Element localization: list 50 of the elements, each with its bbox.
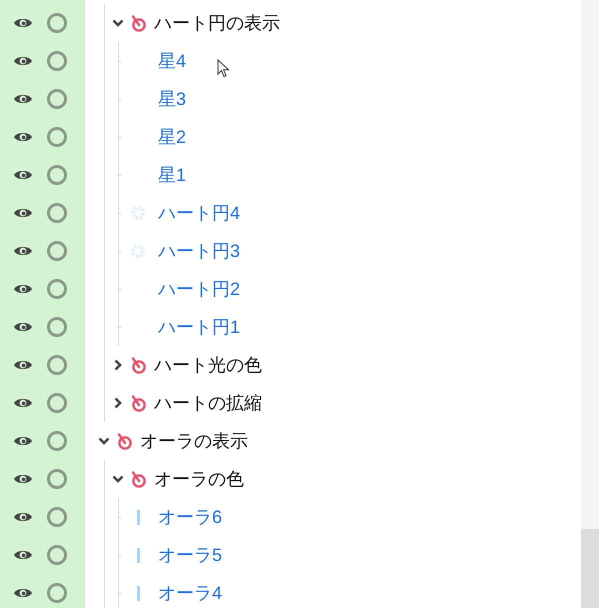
eye-icon[interactable] xyxy=(13,16,33,30)
eye-icon[interactable] xyxy=(13,206,33,220)
timer-icon xyxy=(115,432,133,450)
gear-icon xyxy=(130,243,146,259)
chevron-down-icon[interactable] xyxy=(112,17,124,29)
tree-item[interactable]: 星4 xyxy=(158,48,186,74)
timer-icon xyxy=(129,14,147,32)
eye-icon[interactable] xyxy=(13,54,33,68)
scrollbar-thumb[interactable] xyxy=(581,529,599,608)
eye-icon[interactable] xyxy=(13,510,33,524)
chevron-down-icon[interactable] xyxy=(112,473,124,485)
eye-icon[interactable] xyxy=(13,586,33,600)
eye-icon[interactable] xyxy=(13,320,33,334)
bar-icon xyxy=(136,510,140,524)
eye-icon[interactable] xyxy=(13,548,33,562)
tree-item[interactable]: オーラ6 xyxy=(158,504,222,530)
chevron-down-icon[interactable] xyxy=(98,435,110,447)
eye-icon[interactable] xyxy=(13,358,33,372)
tree-item[interactable]: ハート円2 xyxy=(158,276,240,302)
eye-icon[interactable] xyxy=(13,282,33,296)
tree-item[interactable]: ハート円4 xyxy=(158,200,240,226)
eye-icon[interactable] xyxy=(13,396,33,410)
tree-item[interactable]: 星3 xyxy=(158,86,186,112)
tree-group-label[interactable]: ハート光の色 xyxy=(154,352,262,378)
bar-icon xyxy=(136,586,140,600)
eye-icon[interactable] xyxy=(13,472,33,486)
tree-item[interactable]: 星1 xyxy=(158,162,186,188)
tree-group-label[interactable]: ハートの拡縮 xyxy=(154,390,262,416)
tree-item[interactable]: オーラ5 xyxy=(158,542,222,568)
timer-icon xyxy=(129,394,147,412)
tree-group-label[interactable]: オーラの色 xyxy=(154,466,244,492)
chevron-right-icon[interactable] xyxy=(112,397,124,409)
eye-icon[interactable] xyxy=(13,92,33,106)
tree-group-label[interactable]: オーラの表示 xyxy=(140,428,248,454)
tree-group-label[interactable]: ハート円の表示 xyxy=(154,10,280,36)
bar-icon xyxy=(136,548,140,562)
timer-icon xyxy=(129,470,147,488)
eye-icon[interactable] xyxy=(13,168,33,182)
tree-item[interactable]: ハート円1 xyxy=(158,314,240,340)
chevron-right-icon[interactable] xyxy=(112,359,124,371)
gear-icon xyxy=(130,205,146,221)
tree-item[interactable]: 星2 xyxy=(158,124,186,150)
eye-icon[interactable] xyxy=(13,434,33,448)
timer-icon xyxy=(129,356,147,374)
tree-item[interactable]: オーラ4 xyxy=(158,580,222,606)
tree-item[interactable]: ハート円3 xyxy=(158,238,240,264)
eye-icon[interactable] xyxy=(13,130,33,144)
scrollbar[interactable] xyxy=(581,0,599,608)
cursor-icon xyxy=(217,59,230,78)
eye-icon[interactable] xyxy=(13,244,33,258)
